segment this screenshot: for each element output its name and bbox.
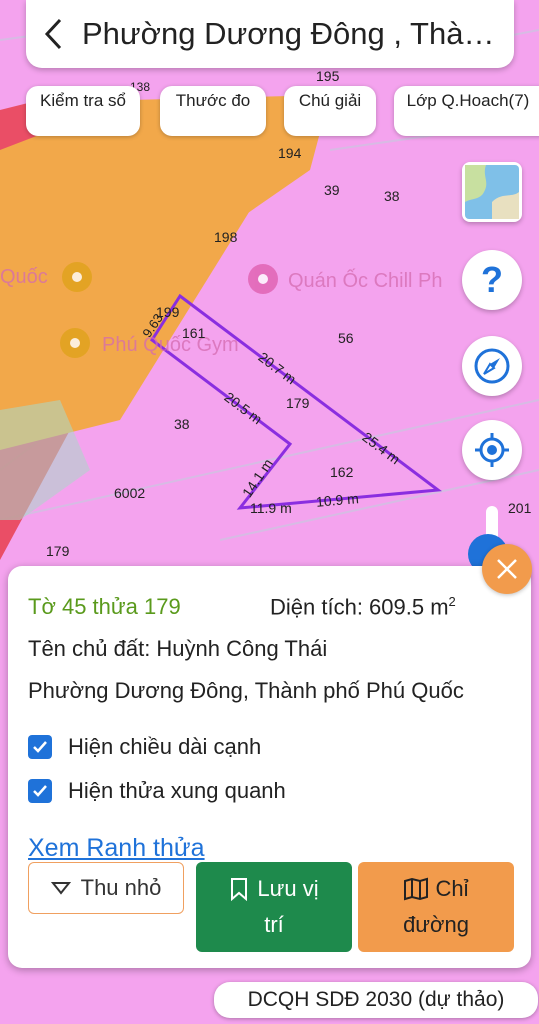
collapse-label: Thu nhỏ: [80, 875, 162, 900]
checkbox-label: Hiện thửa xung quanh: [68, 778, 286, 803]
map-layer-icon: [465, 165, 519, 219]
edge-length-label: 11.9 m: [250, 500, 292, 516]
triangle-down-icon: [50, 882, 71, 895]
directions-label-line1: Chỉ: [435, 876, 469, 901]
save-label-line2: trí: [264, 912, 284, 937]
compass-button[interactable]: [462, 336, 522, 396]
collapse-button[interactable]: Thu nhỏ: [28, 862, 184, 914]
my-location-icon: [475, 433, 509, 467]
parcel-number[interactable]: 162: [330, 464, 353, 480]
area-label: Diện tích: 609.5 m: [270, 594, 449, 620]
parcel-number[interactable]: 38: [174, 416, 190, 432]
parcel-number[interactable]: 195: [316, 68, 339, 84]
check-book-button[interactable]: Kiểm tra sổ: [26, 86, 140, 136]
poi-label: Phú Quốc Gym: [102, 334, 239, 356]
help-icon: ?: [481, 259, 503, 300]
show-edge-lengths-checkbox[interactable]: Hiện chiều dài cạnh: [28, 734, 261, 760]
parcel-number[interactable]: 179: [286, 395, 309, 411]
checkbox-checked-icon: [28, 779, 52, 803]
chevron-left-icon: [44, 18, 62, 50]
parcel-sheet-number: Tờ 45 thửa 179: [28, 594, 181, 619]
poi-label: Quốc: [0, 266, 48, 288]
parcel-number[interactable]: 161: [182, 325, 205, 341]
directions-button[interactable]: Chỉ đường: [358, 862, 514, 952]
my-location-button[interactable]: [462, 420, 522, 480]
close-icon: [497, 559, 517, 579]
directions-label-line2: đường: [403, 912, 469, 937]
checkbox-label: Hiện chiều dài cạnh: [68, 734, 262, 759]
parcel-number[interactable]: 201: [508, 500, 531, 516]
area-unit-superscript: 2: [448, 594, 456, 609]
parcel-area: Diện tích: 609.5 m2: [270, 594, 456, 620]
parcel-number[interactable]: 56: [338, 330, 354, 346]
save-label-line1: Lưu vị: [257, 876, 319, 901]
poi-pin-icon: [248, 264, 278, 294]
layer-button[interactable]: Lớp Q.Hoach(7): [394, 86, 539, 136]
parcel-number[interactable]: 6002: [114, 485, 145, 501]
show-neighbors-checkbox[interactable]: Hiện thửa xung quanh: [28, 778, 286, 804]
compass-icon: [474, 348, 510, 384]
close-button[interactable]: [482, 544, 532, 594]
owner-name: Tên chủ đất: Huỳnh Công Thái: [28, 636, 328, 661]
parcel-number[interactable]: 179: [46, 543, 69, 559]
top-bar: Phường Dương Đông , Thàn...: [26, 0, 514, 68]
page-title: Phường Dương Đông , Thàn...: [82, 16, 502, 51]
map-icon: [404, 877, 429, 901]
view-boundary-link[interactable]: Xem Ranh thửa: [28, 834, 205, 863]
poi-pin-icon: [60, 328, 90, 358]
measure-button[interactable]: Thước đo: [160, 86, 266, 136]
poi-pin-icon: [62, 262, 92, 292]
parcel-number[interactable]: 38: [384, 188, 400, 204]
map-layer-button[interactable]: [462, 162, 522, 222]
save-location-button[interactable]: Lưu vị trí: [196, 862, 352, 952]
back-button[interactable]: [26, 0, 82, 68]
bookmark-icon: [231, 878, 248, 901]
checkbox-checked-icon: [28, 735, 52, 759]
parcel-number[interactable]: 194: [278, 145, 301, 161]
planning-status-badge[interactable]: DCQH SDĐ 2030 (dự thảo): [214, 982, 538, 1018]
legend-button[interactable]: Chú giải: [284, 86, 376, 136]
parcel-number[interactable]: 198: [214, 229, 237, 245]
parcel-address: Phường Dương Đông, Thành phố Phú Quốc: [28, 678, 464, 703]
poi-label: Quán Ốc Chill Ph: [288, 270, 443, 292]
parcel-number[interactable]: 39: [324, 182, 340, 198]
help-button[interactable]: ?: [462, 250, 522, 310]
